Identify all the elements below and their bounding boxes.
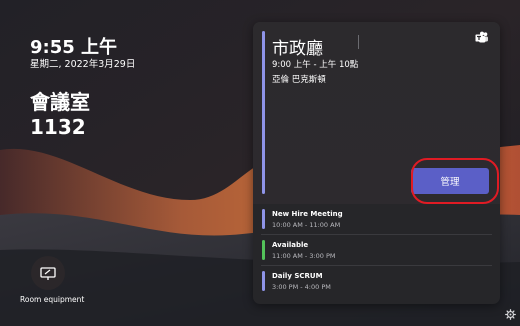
meeting-status-bar bbox=[262, 209, 265, 229]
room-equipment-label: Room equipment bbox=[20, 295, 85, 304]
gear-icon[interactable] bbox=[505, 309, 516, 320]
current-meeting-accent bbox=[262, 31, 265, 194]
meeting-time: 3:00 PM - 4:00 PM bbox=[272, 283, 331, 291]
meeting-title: Available bbox=[272, 241, 309, 249]
room-equipment-button[interactable] bbox=[31, 256, 65, 290]
meeting-status-bar bbox=[262, 240, 265, 260]
room-name-line2: 1132 bbox=[30, 115, 86, 139]
current-meeting-time: 9:00 上午 - 上午 10點 bbox=[272, 60, 359, 70]
list-item[interactable]: Daily SCRUM 3:00 PM - 4:00 PM bbox=[261, 266, 492, 296]
clock-date: 星期二, 2022年3月29日 bbox=[30, 59, 136, 70]
microsoft-teams-icon bbox=[475, 31, 488, 43]
room-name-line1: 會議室 bbox=[30, 90, 90, 114]
room-name: 會議室 1132 bbox=[30, 90, 90, 140]
title-divider bbox=[358, 35, 359, 49]
current-meeting-title: 市政廳 bbox=[272, 39, 323, 59]
list-item[interactable]: New Hire Meeting 10:00 AM - 11:00 AM bbox=[261, 204, 492, 235]
whiteboard-icon bbox=[40, 266, 56, 280]
list-item[interactable]: Available 11:00 AM - 3:00 PM bbox=[261, 235, 492, 266]
meeting-title: New Hire Meeting bbox=[272, 210, 343, 218]
meeting-status-bar bbox=[262, 271, 265, 291]
meeting-time: 11:00 AM - 3:00 PM bbox=[272, 252, 336, 260]
manage-button-highlight bbox=[411, 158, 499, 204]
upcoming-meetings-list: New Hire Meeting 10:00 AM - 11:00 AM Ava… bbox=[253, 204, 500, 296]
meeting-title: Daily SCRUM bbox=[272, 272, 323, 280]
meeting-time: 10:00 AM - 11:00 AM bbox=[272, 221, 341, 229]
current-meeting-organizer: 亞倫 巴克斯頓 bbox=[272, 75, 326, 85]
